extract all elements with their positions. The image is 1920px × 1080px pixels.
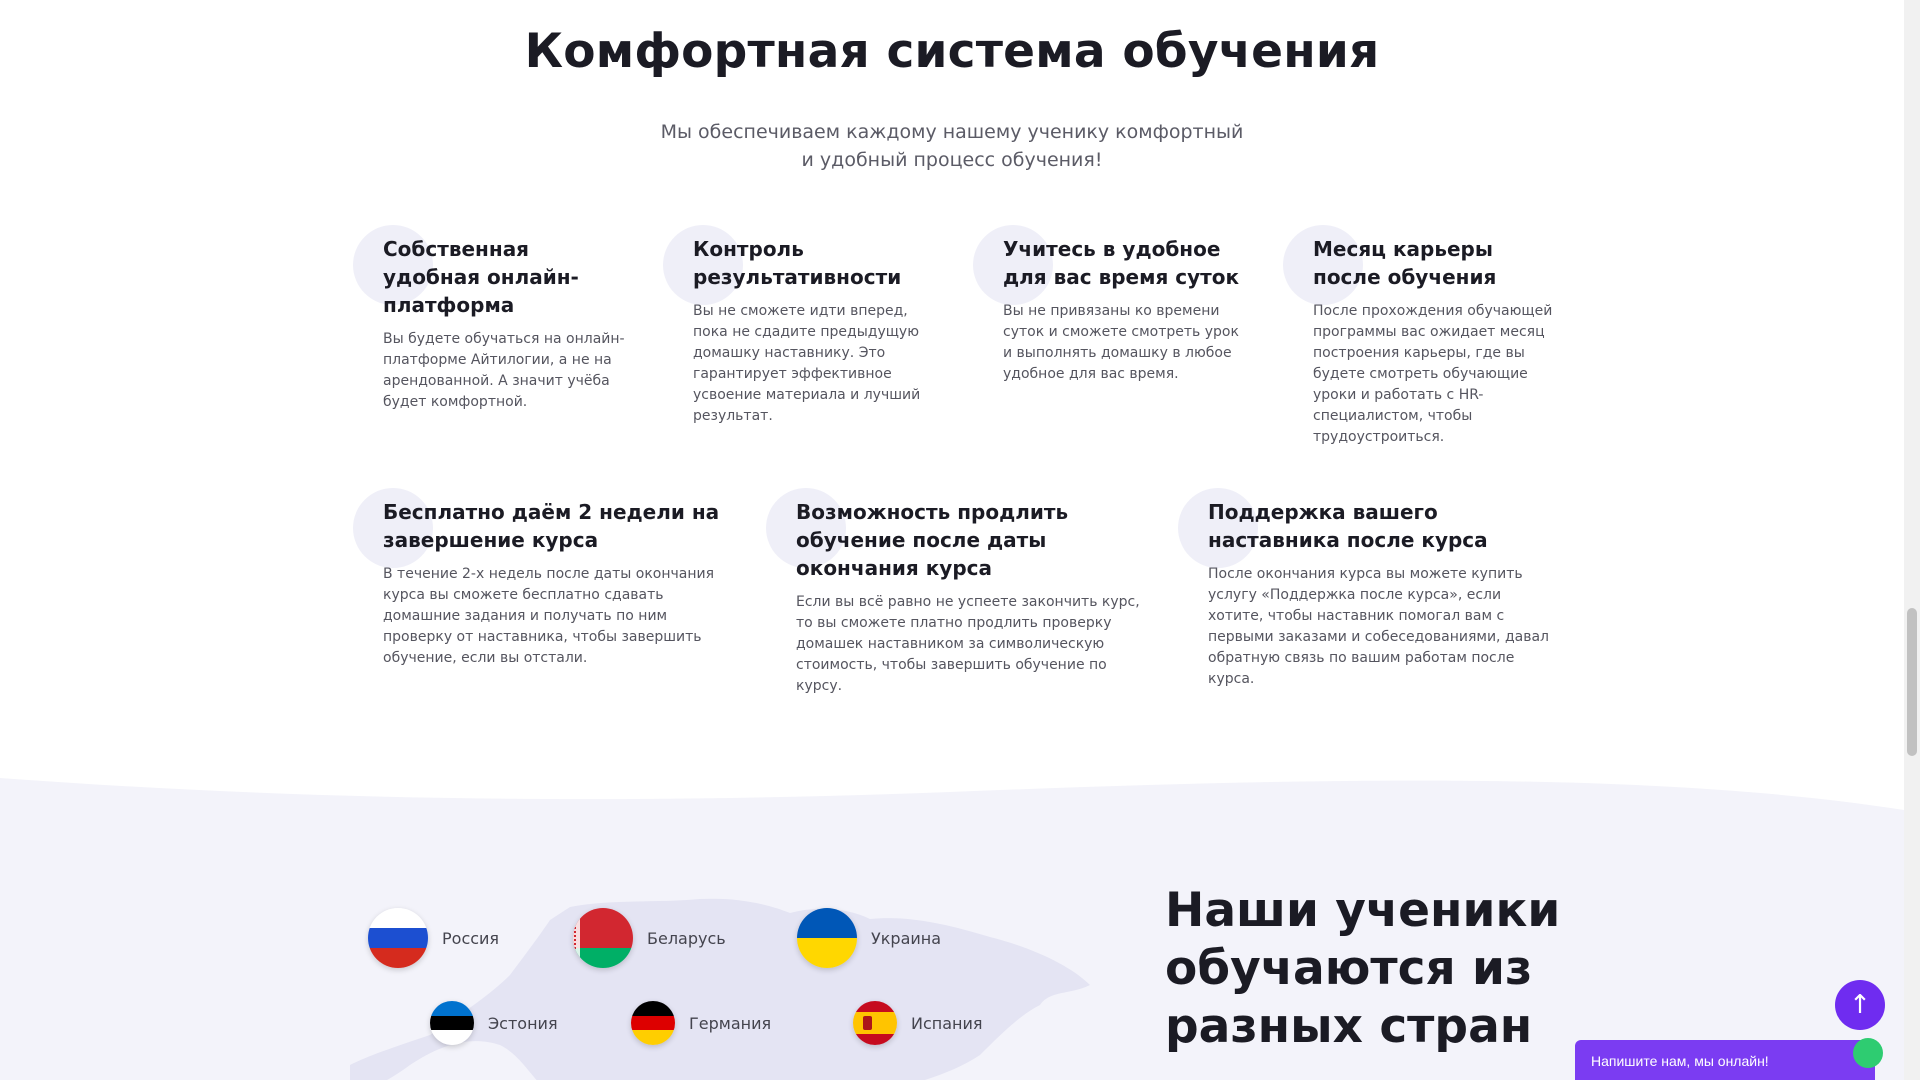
students-heading: Наши ученики обучаются из разных стран bbox=[1165, 882, 1560, 1056]
students-heading-line-3: разных стран bbox=[1165, 999, 1533, 1054]
spain-flag-icon bbox=[853, 1001, 897, 1045]
feature-extend-learning: Возможность продлить обучение после даты… bbox=[766, 488, 1141, 697]
feature-text: После прохождения обучающей программы ва… bbox=[1313, 303, 1553, 445]
feature-career-month: Месяц карьеры после обучения После прохо… bbox=[1283, 225, 1558, 448]
feature-own-platform: Собственная удобная онлайн-платформа Вы … bbox=[353, 225, 628, 413]
belarus-flag-icon bbox=[573, 908, 633, 968]
country-name: Испания bbox=[911, 1013, 983, 1033]
country-name: Россия bbox=[442, 928, 500, 948]
country-name: Беларусь bbox=[647, 928, 726, 948]
russia-flag-icon bbox=[368, 908, 428, 968]
section-subtitle: Мы обеспечиваем каждому нашему ученику к… bbox=[0, 118, 1904, 174]
arrow-up-icon: ↑ bbox=[1849, 990, 1871, 1020]
feature-flexible-time: Учитесь в удобное для вас время суток Вы… bbox=[973, 225, 1248, 385]
subtitle-line-2: и удобный процесс обучения! bbox=[801, 149, 1103, 171]
feature-text: Вы не привязаны ко времени суток и сможе… bbox=[1003, 303, 1239, 382]
page-scrollbar[interactable] bbox=[1904, 0, 1920, 1080]
country-name: Эстония bbox=[488, 1013, 558, 1033]
feature-title: Бесплатно даём 2 недели на завершение ку… bbox=[383, 500, 720, 552]
country-ukraine: Украина bbox=[797, 908, 941, 968]
feature-title: Месяц карьеры после обучения bbox=[1313, 237, 1497, 289]
feature-text: Если вы всё равно не успеете закончить к… bbox=[796, 594, 1140, 694]
country-estonia: Эстония bbox=[430, 1001, 558, 1045]
chat-widget-button[interactable]: Напишите нам, мы онлайн! bbox=[1575, 1038, 1883, 1080]
country-russia: Россия bbox=[368, 908, 499, 968]
feature-performance-control: Контроль результативности Вы не сможете … bbox=[663, 225, 943, 427]
subtitle-line-1: Мы обеспечиваем каждому нашему ученику к… bbox=[660, 121, 1244, 143]
estonia-flag-icon bbox=[430, 1001, 474, 1045]
feature-title: Контроль результативности bbox=[693, 237, 902, 289]
feature-mentor-support: Поддержка вашего наставника после курса … bbox=[1178, 488, 1558, 690]
feature-title: Возможность продлить обучение после даты… bbox=[796, 500, 1069, 580]
feature-text: Вы не сможете идти вперед, пока не сдади… bbox=[693, 303, 921, 424]
ukraine-flag-icon bbox=[797, 908, 857, 968]
online-status-icon bbox=[1853, 1038, 1883, 1068]
country-germany: Германия bbox=[631, 1001, 771, 1045]
feature-free-two-weeks: Бесплатно даём 2 недели на завершение ку… bbox=[353, 488, 738, 669]
section-title: Комфортная система обучения bbox=[524, 24, 1380, 79]
country-belarus: Беларусь bbox=[573, 908, 726, 968]
germany-flag-icon bbox=[631, 1001, 675, 1045]
students-heading-line-1: Наши ученики bbox=[1165, 883, 1561, 938]
scroll-to-top-button[interactable]: ↑ bbox=[1835, 980, 1885, 1030]
students-heading-line-2: обучаются из bbox=[1165, 941, 1533, 996]
feature-text: В течение 2-х недель после даты окончани… bbox=[383, 566, 715, 666]
scrollbar-thumb[interactable] bbox=[1907, 608, 1917, 756]
country-name: Германия bbox=[689, 1013, 772, 1033]
chat-label: Напишите нам, мы онлайн! bbox=[1591, 1053, 1769, 1069]
feature-title: Поддержка вашего наставника после курса bbox=[1208, 500, 1488, 552]
feature-title: Учитесь в удобное для вас время суток bbox=[1003, 237, 1240, 289]
feature-text: После окончания курса вы можете купить у… bbox=[1208, 566, 1549, 687]
feature-text: Вы будете обучаться на онлайн-платформе … bbox=[383, 331, 625, 410]
feature-title: Собственная удобная онлайн-платформа bbox=[383, 237, 579, 317]
country-name: Украина bbox=[871, 928, 942, 948]
country-spain: Испания bbox=[853, 1001, 983, 1045]
page: Комфортная система обучения Мы обеспечив… bbox=[0, 0, 1904, 1080]
